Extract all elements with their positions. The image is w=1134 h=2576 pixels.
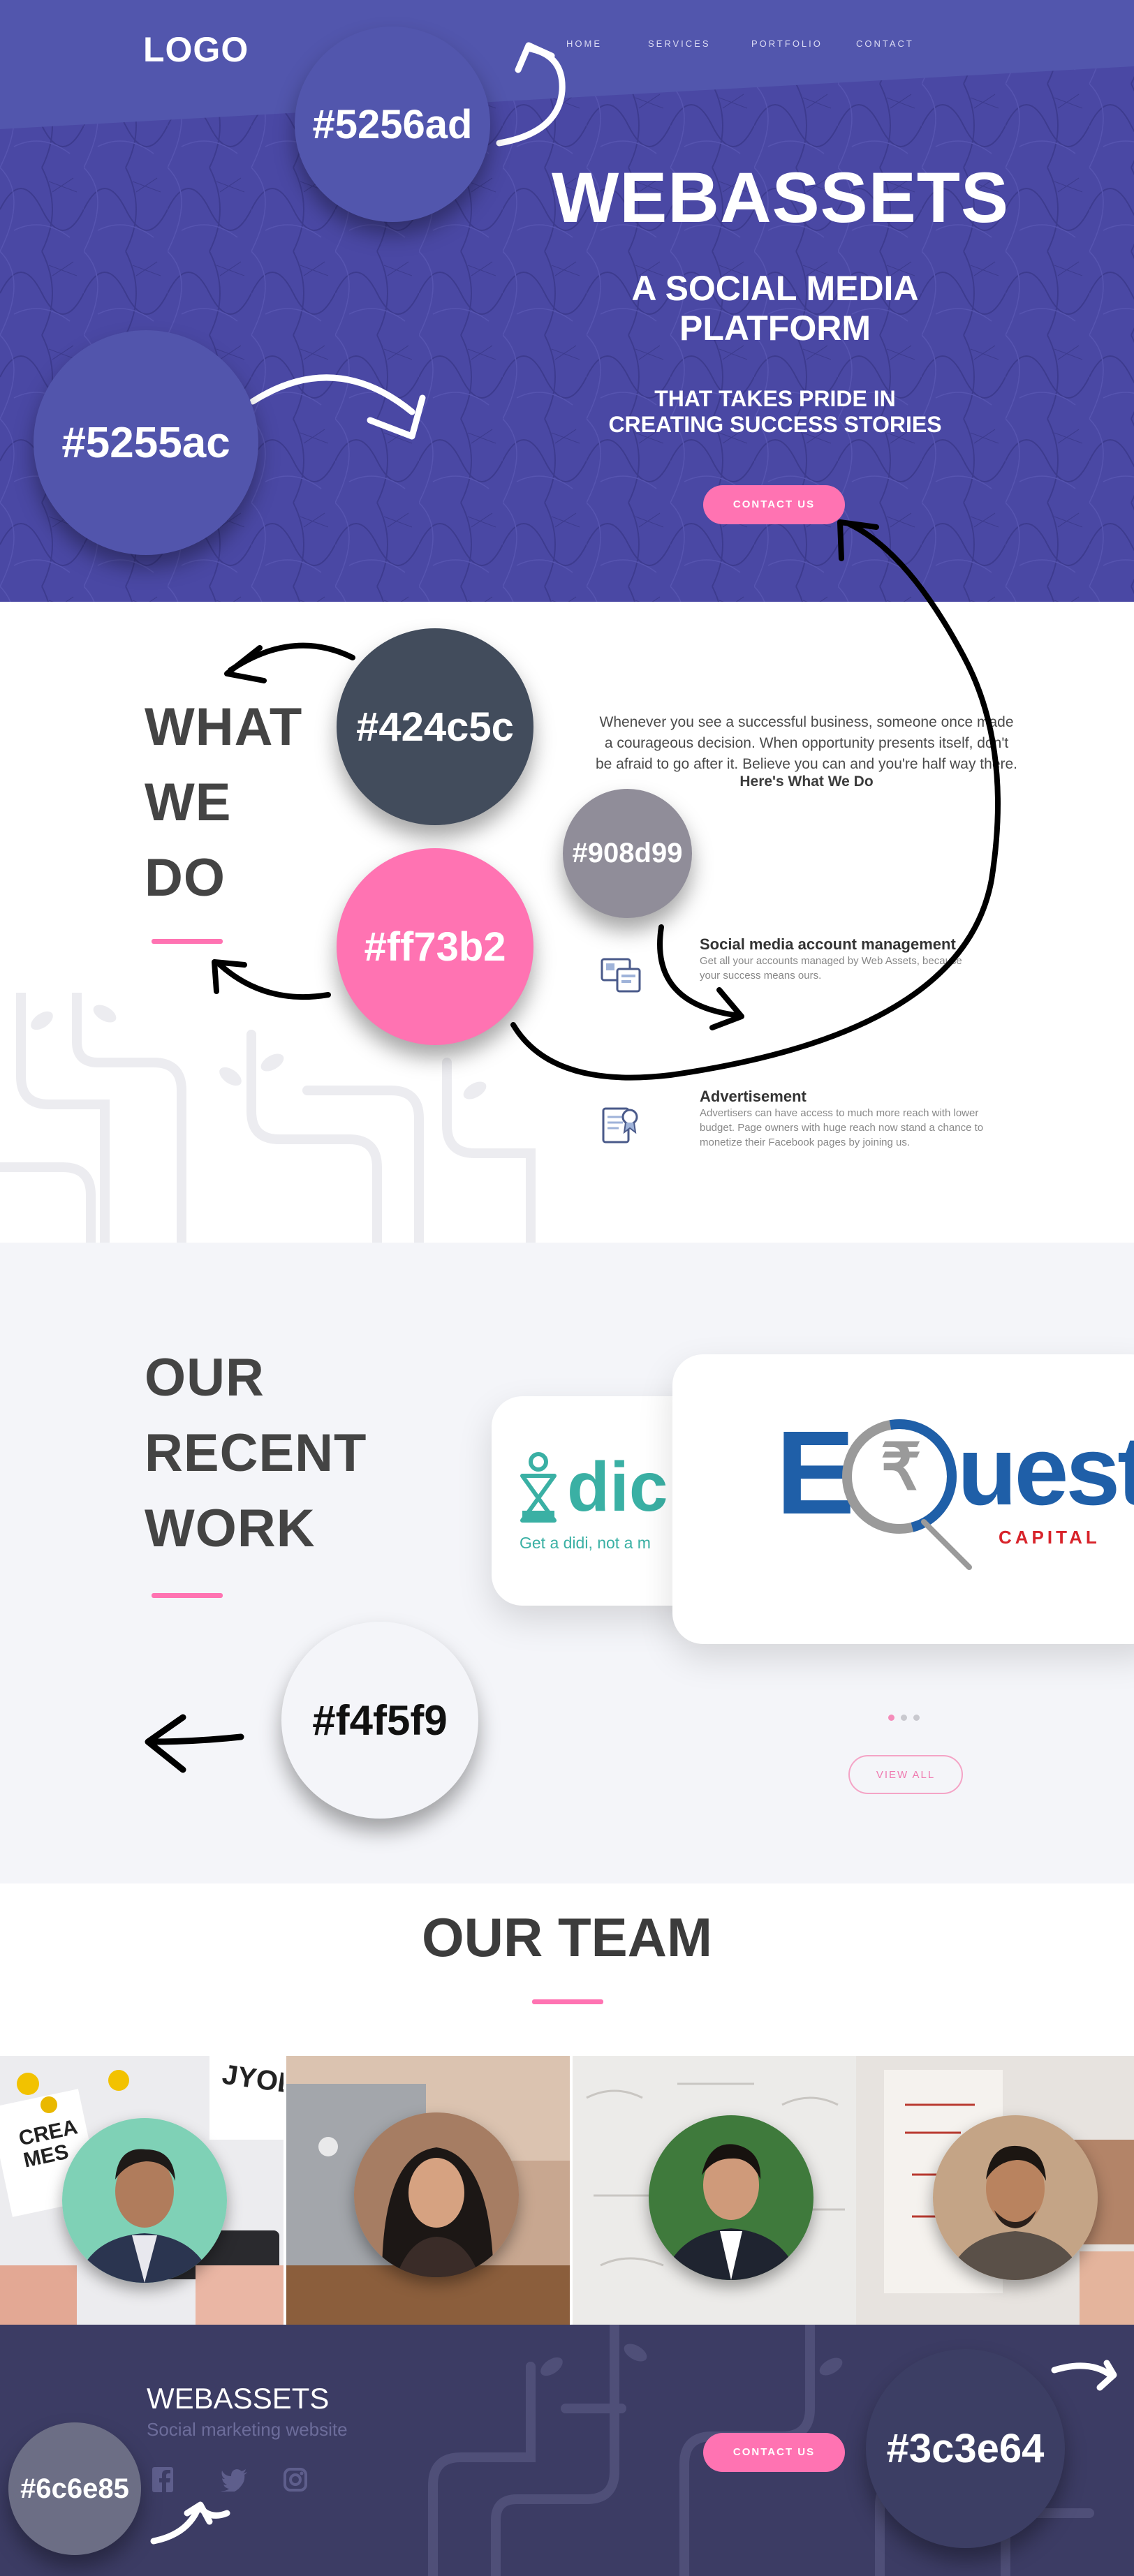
intro-line: Whenever you see a successful business, … [599, 714, 1014, 730]
hero-subtitle: A SOCIAL MEDIA PLATFORM [573, 269, 978, 348]
heading-line: DO [145, 848, 226, 908]
team-member-avatar[interactable] [649, 2115, 813, 2280]
facebook-icon[interactable] [152, 2467, 173, 2492]
header-band [0, 0, 1134, 129]
intro-line: be afraid to go after it. Believe you ca… [595, 756, 1018, 772]
hero-subtitle-line: PLATFORM [679, 309, 871, 348]
equest-logo-text: uest [957, 1416, 1134, 1525]
hero-subtitle-line: A SOCIAL MEDIA [631, 269, 919, 308]
color-swatch: #3c3e64 [866, 2349, 1065, 2548]
nav-services[interactable]: SERVICES [648, 38, 711, 49]
color-swatch: #f4f5f9 [281, 1622, 478, 1819]
color-swatch: #908d99 [563, 789, 692, 918]
instagram-icon[interactable] [284, 2468, 307, 2492]
heading-line: RECENT [145, 1423, 367, 1483]
nav-contact[interactable]: CONTACT [856, 38, 914, 49]
heading-line: OUR [145, 1348, 265, 1407]
team-member-portrait [649, 2115, 813, 2280]
footer-site-tagline: Social marketing website [147, 2419, 348, 2440]
hero-title: WEBASSETS [552, 158, 1010, 237]
color-swatch: #424c5c [337, 628, 533, 825]
equest-capital-text: CAPITAL [999, 1527, 1100, 1548]
team-member-portrait [354, 2112, 519, 2277]
advertisement-icon [602, 1107, 638, 1143]
social-media-management-icon [601, 958, 641, 993]
didi-tagline: Get a didi, not a m [520, 1534, 651, 1552]
service-description: Advertisers can have access to much more… [700, 1106, 983, 1150]
heading-underline [152, 939, 223, 944]
twitter-icon[interactable] [221, 2469, 247, 2492]
portfolio-card-equest[interactable]: E ₹ uest CAPITAL [672, 1354, 1134, 1644]
footer-site-name: WEBASSETS [147, 2382, 330, 2415]
team-member-avatar[interactable] [354, 2112, 519, 2277]
team-member-portrait [933, 2115, 1098, 2280]
didi-hourglass-icon [520, 1452, 557, 1523]
color-swatch: #ff73b2 [337, 848, 533, 1045]
service-description-line: budget. Page owners with huge reach now … [700, 1122, 984, 1134]
service-description-line: Get all your accounts managed by Web Ass… [700, 955, 962, 967]
color-swatch: #6c6e85 [8, 2422, 141, 2555]
service-title: Social media account management [700, 935, 956, 953]
team-member-avatar[interactable] [62, 2118, 227, 2283]
site-logo[interactable]: LOGO [143, 29, 249, 70]
service-title: Advertisement [700, 1088, 807, 1105]
nav-home[interactable]: HOME [566, 38, 602, 49]
footer-contact-button[interactable]: CONTACT US [703, 2433, 845, 2472]
team-heading: OUR TEAM [422, 1907, 712, 1968]
what-we-do-intro: Whenever you see a successful business, … [576, 712, 1037, 775]
nav-portfolio[interactable]: PORTFOLIO [751, 38, 823, 49]
hero-tagline-line: CREATING SUCCESS STORIES [608, 412, 942, 437]
color-swatch: #5255ac [34, 330, 258, 555]
what-we-do-heading: WHAT WE DO [145, 690, 302, 916]
hero-contact-button[interactable]: CONTACT US [703, 485, 845, 524]
heading-line: WHAT [145, 697, 303, 757]
service-description-line: monetize their Facebook pages by joining… [700, 1137, 911, 1148]
carousel-dot[interactable] [901, 1715, 907, 1721]
team-member-portrait [62, 2118, 227, 2283]
recent-work-heading: OUR RECENT WORK [145, 1340, 367, 1567]
heading-underline [152, 1593, 223, 1598]
hero-tagline-line: THAT TAKES PRIDE IN [654, 386, 896, 411]
webassets-page: LOGO HOME SERVICES PORTFOLIO CONTACT WEB… [0, 0, 1134, 2576]
branch-pattern-background [0, 993, 536, 1243]
equest-rupee-symbol: ₹ [881, 1432, 922, 1503]
service-description: Get all your accounts managed by Web Ass… [700, 954, 962, 983]
team-member-avatar[interactable] [933, 2115, 1098, 2280]
service-description-line: your success means ours. [700, 970, 822, 982]
view-all-button[interactable]: VIEW ALL [848, 1755, 963, 1794]
service-description-line: Advertisers can have access to much more… [700, 1107, 979, 1119]
intro-highlight: Here's What We Do [739, 773, 874, 790]
heading-line: WORK [145, 1499, 316, 1558]
carousel-dot-active[interactable] [888, 1715, 894, 1721]
carousel-dot[interactable] [913, 1715, 920, 1721]
intro-line: a courageous decision. When opportunity … [604, 735, 1009, 751]
heading-line: WE [145, 773, 232, 832]
heading-underline [532, 1999, 603, 2004]
color-swatch: #5256ad [295, 27, 490, 222]
hero-tagline: THAT TAKES PRIDE IN CREATING SUCCESS STO… [573, 386, 978, 438]
didi-logo-text: dic [567, 1448, 668, 1526]
